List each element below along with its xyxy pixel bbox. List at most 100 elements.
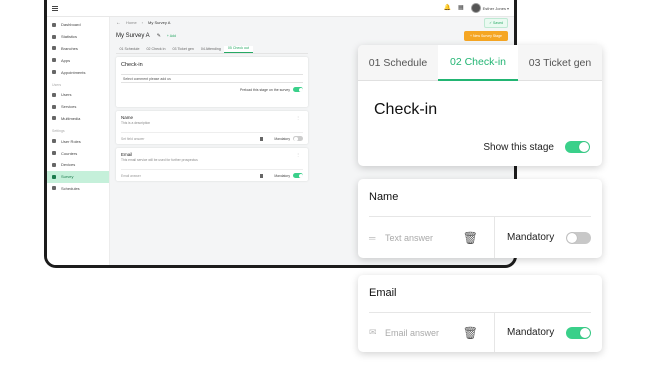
- sidebar-item-statistics[interactable]: Statistics: [47, 31, 109, 43]
- tab-schedule[interactable]: 01 Schedule: [358, 45, 438, 81]
- multimedia-icon: [52, 116, 56, 121]
- mandatory-toggle[interactable]: [566, 326, 591, 339]
- sidebar-item-label: Survey: [61, 174, 74, 180]
- mini-mandatory-label: Mandatory: [274, 136, 290, 141]
- mandatory-row: Mandatory: [495, 231, 602, 244]
- question-title: Name: [369, 191, 399, 203]
- show-stage-toggle[interactable]: [565, 141, 590, 153]
- breadcrumb-separator-icon: ›: [141, 20, 144, 25]
- add-link[interactable]: + Add: [167, 34, 176, 38]
- mandatory-row: Mandatory: [495, 326, 602, 339]
- dashboard-icon: [52, 22, 56, 27]
- show-stage-label: Show this stage: [483, 141, 554, 153]
- sidebar-item-apps[interactable]: Apps: [47, 54, 109, 66]
- mini-tab-check-in[interactable]: 02 Check in: [143, 47, 169, 53]
- mini-show-row: Preload this stage on the survey: [121, 87, 303, 92]
- calendar-icon: [52, 70, 56, 75]
- text-lines-icon: ═: [369, 232, 376, 243]
- question-footer: ✉ Email answer 🗑 Mandatory: [358, 313, 602, 352]
- mini-question-card-name: Name This is a description ⋮ Set field a…: [116, 111, 308, 144]
- mini-mandatory-toggle[interactable]: [293, 136, 303, 141]
- breadcrumb-current: My Survey A: [148, 20, 171, 25]
- mini-tab-check-out[interactable]: 05 Check out: [224, 46, 253, 53]
- mini-question-desc: This email service will be used for furt…: [121, 158, 198, 162]
- mini-show-label: Preload this stage on the survey: [239, 87, 290, 92]
- sidebar-item-label: Users: [61, 92, 72, 98]
- survey-icon: [52, 174, 56, 179]
- clock-icon: [52, 186, 56, 191]
- trash-icon[interactable]: 🗑: [463, 231, 478, 245]
- mini-tab-attending[interactable]: 04 Attending: [197, 47, 224, 53]
- statistics-icon: [52, 34, 56, 39]
- mandatory-toggle[interactable]: [566, 231, 591, 244]
- sidebar-item-devices[interactable]: Devices: [47, 159, 109, 171]
- mini-question-label: Name: [121, 115, 134, 120]
- answer-field[interactable]: ═ Text answer 🗑: [358, 217, 494, 258]
- pencil-icon[interactable]: ✎: [157, 33, 161, 39]
- trash-icon[interactable]: 🗑: [463, 326, 478, 340]
- mini-stage-title: Check-in: [121, 62, 143, 68]
- sidebar-item-label: Schedules: [61, 185, 80, 191]
- chevron-down-icon[interactable]: ▾: [507, 6, 509, 11]
- users-icon: [52, 92, 56, 97]
- show-stage-row: Show this stage: [483, 141, 590, 153]
- branches-icon: [52, 46, 56, 51]
- sidebar-item-user-roles[interactable]: User Roles: [47, 135, 109, 147]
- mini-stage-tabs: 01 Schedule 02 Check in 03 Ticket gen 04…: [116, 43, 308, 54]
- mini-answer-placeholder: Email answer: [121, 173, 141, 178]
- mini-question-label: Email: [121, 152, 133, 157]
- tab-ticket-gen[interactable]: 03 Ticket gen: [518, 45, 602, 81]
- sidebar-item-label: Counters: [61, 150, 78, 156]
- sidebar-item-dashboard[interactable]: Dashboard: [47, 19, 109, 31]
- breadcrumb-home[interactable]: Home: [126, 20, 137, 25]
- sidebar-item-label: Apps: [61, 57, 71, 63]
- sidebar-item-multimedia[interactable]: Multimedia: [47, 113, 109, 125]
- grid-icon[interactable]: ▦: [458, 5, 464, 11]
- sidebar-item-counters[interactable]: Counters: [47, 147, 109, 159]
- sidebar-item-label: Branches: [61, 45, 78, 51]
- saved-button[interactable]: ✓ Saved: [484, 17, 508, 28]
- sidebar-item-survey[interactable]: Survey: [47, 170, 109, 183]
- mini-tab-schedule[interactable]: 01 Schedule: [116, 47, 143, 53]
- user-name[interactable]: Esther Jones: [483, 6, 506, 11]
- more-icon[interactable]: ⋮: [296, 115, 300, 120]
- mini-mandatory-toggle[interactable]: [293, 173, 303, 178]
- avatar[interactable]: [470, 3, 481, 13]
- services-icon: [52, 104, 56, 109]
- sidebar-section-users: Users: [52, 82, 62, 87]
- mini-mandatory-label: Mandatory: [274, 173, 290, 178]
- stage-tabs-card: 01 Schedule 02 Check-in 03 Ticket gen Ch…: [358, 45, 602, 166]
- sidebar-item-appointments[interactable]: Appointments: [47, 66, 109, 78]
- menu-icon[interactable]: [52, 5, 58, 11]
- sidebar-item-services[interactable]: Services: [47, 101, 109, 113]
- mandatory-label: Mandatory: [507, 232, 555, 243]
- back-arrow-icon[interactable]: ←: [116, 20, 121, 26]
- bell-icon[interactable]: 🔔: [443, 5, 450, 11]
- new-stage-button[interactable]: + New Survey Stage: [463, 30, 508, 41]
- trash-icon[interactable]: [260, 173, 264, 178]
- mini-question-desc: This is a description: [121, 121, 151, 125]
- sidebar-item-label: User Roles: [61, 138, 81, 144]
- sidebar-item-branches[interactable]: Branches: [47, 43, 109, 55]
- more-icon[interactable]: ⋮: [296, 152, 300, 157]
- mini-tab-ticket-gen[interactable]: 03 Ticket gen: [169, 47, 197, 53]
- promo-stage: 🔔 ▦ Esther Jones ▾ Dashboard Statistics …: [0, 0, 656, 368]
- trash-icon[interactable]: [260, 136, 264, 141]
- mini-show-toggle[interactable]: [293, 87, 303, 92]
- mini-question-footer: Set field answer Mandatory: [121, 132, 303, 141]
- device-icon: [52, 162, 56, 167]
- answer-field[interactable]: ✉ Email answer 🗑: [358, 313, 494, 352]
- mini-stage-input[interactable]: Select comment please add us: [121, 74, 303, 83]
- sidebar-item-schedules[interactable]: Schedules: [47, 183, 109, 195]
- sidebar-item-label: Dashboard: [61, 22, 81, 28]
- roles-icon: [52, 139, 56, 144]
- mini-question-footer: Email answer Mandatory: [121, 169, 303, 178]
- sidebar: Dashboard Statistics Branches Apps Appoi…: [47, 17, 110, 265]
- question-footer: ═ Text answer 🗑 Mandatory: [358, 217, 602, 258]
- sidebar-item-users[interactable]: Users: [47, 89, 109, 101]
- answer-placeholder: Text answer: [385, 232, 434, 243]
- stage-tab-row: 01 Schedule 02 Check-in 03 Ticket gen: [358, 45, 602, 81]
- tab-check-in[interactable]: 02 Check-in: [438, 45, 518, 81]
- question-card-name: Name ═ Text answer 🗑 Mandatory: [358, 179, 602, 258]
- sidebar-section-settings: Settings: [52, 129, 65, 134]
